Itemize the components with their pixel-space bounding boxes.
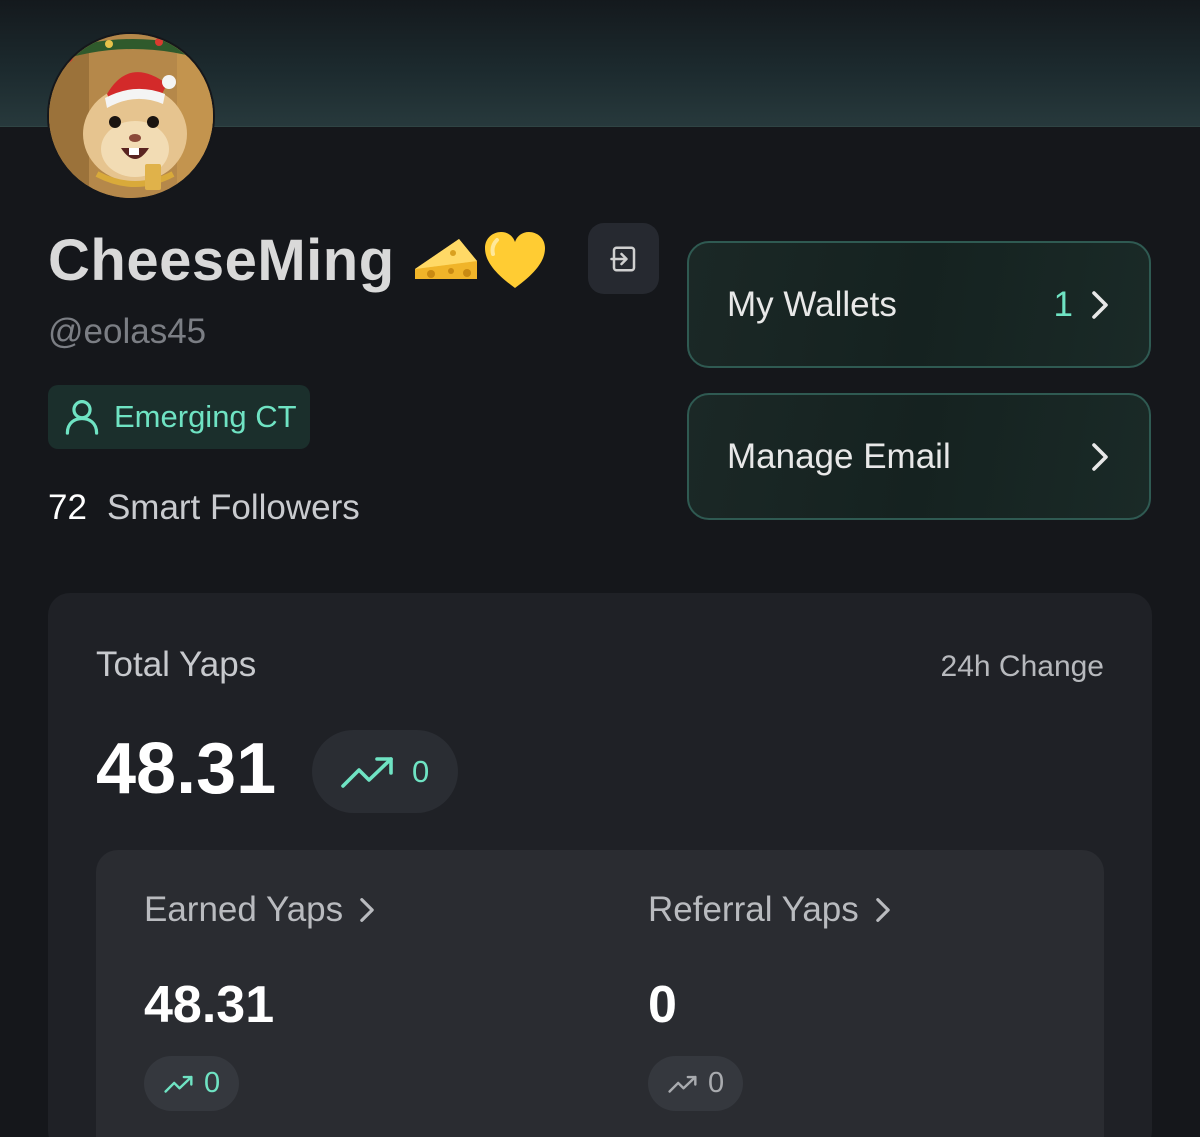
total-yaps-label: Total Yaps bbox=[96, 645, 257, 684]
referral-yaps-label: Referral Yaps bbox=[648, 890, 859, 929]
total-yaps-change-value: 0 bbox=[412, 753, 430, 789]
manage-email-button[interactable]: Manage Email bbox=[687, 393, 1151, 520]
earned-yaps-change-value: 0 bbox=[204, 1067, 221, 1099]
avatar-hamster-icon bbox=[49, 34, 213, 198]
manage-email-label: Manage Email bbox=[727, 436, 951, 476]
earned-yaps-change-badge: 0 bbox=[144, 1056, 239, 1111]
referral-yaps-link[interactable]: Referral Yaps bbox=[648, 890, 891, 930]
earned-yaps-link[interactable]: Earned Yaps bbox=[144, 890, 375, 930]
change-24h-label: 24h Change bbox=[940, 650, 1104, 683]
chevron-right-icon bbox=[360, 898, 374, 922]
profile-page: CheeseMing @eolas45 Emerging CT 72 Smart… bbox=[0, 0, 1200, 1137]
my-wallets-label: My Wallets bbox=[727, 284, 897, 324]
trend-up-icon bbox=[341, 756, 393, 788]
tier-badge: Emerging CT bbox=[48, 385, 310, 449]
cheese-icon bbox=[414, 239, 477, 279]
chevron-right-icon bbox=[1092, 442, 1108, 471]
yellow-heart-icon bbox=[484, 232, 545, 288]
login-icon bbox=[609, 246, 635, 271]
user-icon bbox=[65, 400, 99, 435]
chevron-right-icon bbox=[876, 898, 890, 922]
display-name: CheeseMing bbox=[48, 227, 395, 293]
user-handle: @eolas45 bbox=[48, 312, 207, 351]
total-yaps-value: 48.31 bbox=[96, 729, 277, 809]
login-button[interactable] bbox=[588, 223, 659, 294]
wallets-count: 1 bbox=[1053, 284, 1073, 324]
earned-yaps-label: Earned Yaps bbox=[144, 890, 344, 929]
yaps-stats-card: Total Yaps 24h Change 48.31 0 Earned Yap… bbox=[48, 593, 1152, 1137]
name-emoji-group bbox=[413, 230, 547, 290]
display-name-row: CheeseMing bbox=[48, 222, 547, 298]
smart-followers-label: Smart Followers bbox=[106, 488, 360, 527]
trend-up-icon bbox=[668, 1075, 697, 1093]
my-wallets-button[interactable]: My Wallets 1 bbox=[687, 241, 1151, 368]
referral-yaps-change-value: 0 bbox=[708, 1067, 725, 1099]
tier-label: Emerging CT bbox=[114, 399, 297, 434]
avatar[interactable] bbox=[47, 32, 215, 200]
trend-up-icon bbox=[164, 1075, 193, 1093]
smart-followers: 72 Smart Followers bbox=[48, 488, 360, 528]
earned-yaps-value: 48.31 bbox=[144, 976, 275, 1034]
yaps-breakdown-card: Earned Yaps 48.31 0 Referral Yaps 0 0 bbox=[96, 850, 1104, 1137]
total-yaps-change-badge: 0 bbox=[312, 730, 458, 813]
smart-followers-count: 72 bbox=[48, 488, 87, 527]
referral-yaps-change-badge: 0 bbox=[648, 1056, 743, 1111]
referral-yaps-value: 0 bbox=[648, 976, 677, 1034]
chevron-right-icon bbox=[1092, 290, 1108, 319]
